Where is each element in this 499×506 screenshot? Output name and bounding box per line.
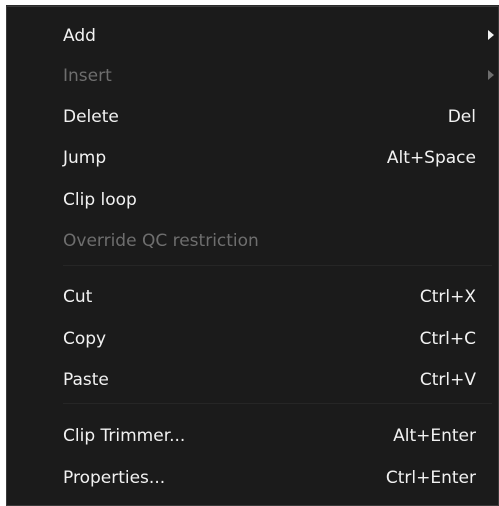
menu-item-label: Properties...	[63, 468, 166, 488]
menu-item-shortcut: Ctrl+C	[419, 329, 476, 349]
menu-item-delete[interactable]: Delete Del	[7, 97, 498, 137]
menu-item-properties[interactable]: Properties... Ctrl+Enter	[7, 458, 498, 498]
menu-item-insert: Insert	[7, 56, 498, 96]
menu-item-shortcut: Ctrl+V	[419, 370, 476, 390]
menu-item-clip-trimmer[interactable]: Clip Trimmer... Alt+Enter	[7, 416, 498, 456]
menu-item-label: Jump	[63, 148, 107, 168]
menu-item-label: Delete	[63, 107, 119, 127]
menu-separator	[63, 403, 492, 404]
menu-item-copy[interactable]: Copy Ctrl+C	[7, 319, 498, 359]
submenu-arrow-icon	[488, 30, 494, 40]
menu-item-label: Clip loop	[63, 190, 137, 210]
menu-item-clip-loop[interactable]: Clip loop	[7, 180, 498, 220]
menu-item-label: Add	[63, 26, 96, 46]
submenu-arrow-icon	[488, 70, 494, 80]
menu-item-shortcut: Ctrl+X	[419, 287, 476, 307]
menu-item-label: Copy	[63, 329, 107, 349]
menu-item-override-qc-restriction: Override QC restriction	[7, 221, 498, 261]
menu-item-label: Override QC restriction	[63, 231, 259, 251]
menu-item-jump[interactable]: Jump Alt+Space	[7, 138, 498, 178]
menu-item-add[interactable]: Add	[7, 16, 498, 56]
menu-item-label: Insert	[63, 66, 112, 86]
menu-item-cut[interactable]: Cut Ctrl+X	[7, 277, 498, 317]
menu-item-shortcut: Alt+Space	[386, 148, 476, 168]
menu-item-shortcut: Del	[447, 107, 476, 127]
context-menu: Add Insert Delete Del Jump Alt+Space Cli…	[6, 6, 499, 506]
menu-item-label: Cut	[63, 287, 93, 307]
menu-item-paste[interactable]: Paste Ctrl+V	[7, 360, 498, 400]
menu-separator	[63, 265, 492, 266]
menu-item-label: Paste	[63, 370, 109, 390]
menu-item-label: Clip Trimmer...	[63, 426, 186, 446]
menu-item-shortcut: Alt+Enter	[393, 426, 476, 446]
menu-item-shortcut: Ctrl+Enter	[385, 468, 476, 488]
